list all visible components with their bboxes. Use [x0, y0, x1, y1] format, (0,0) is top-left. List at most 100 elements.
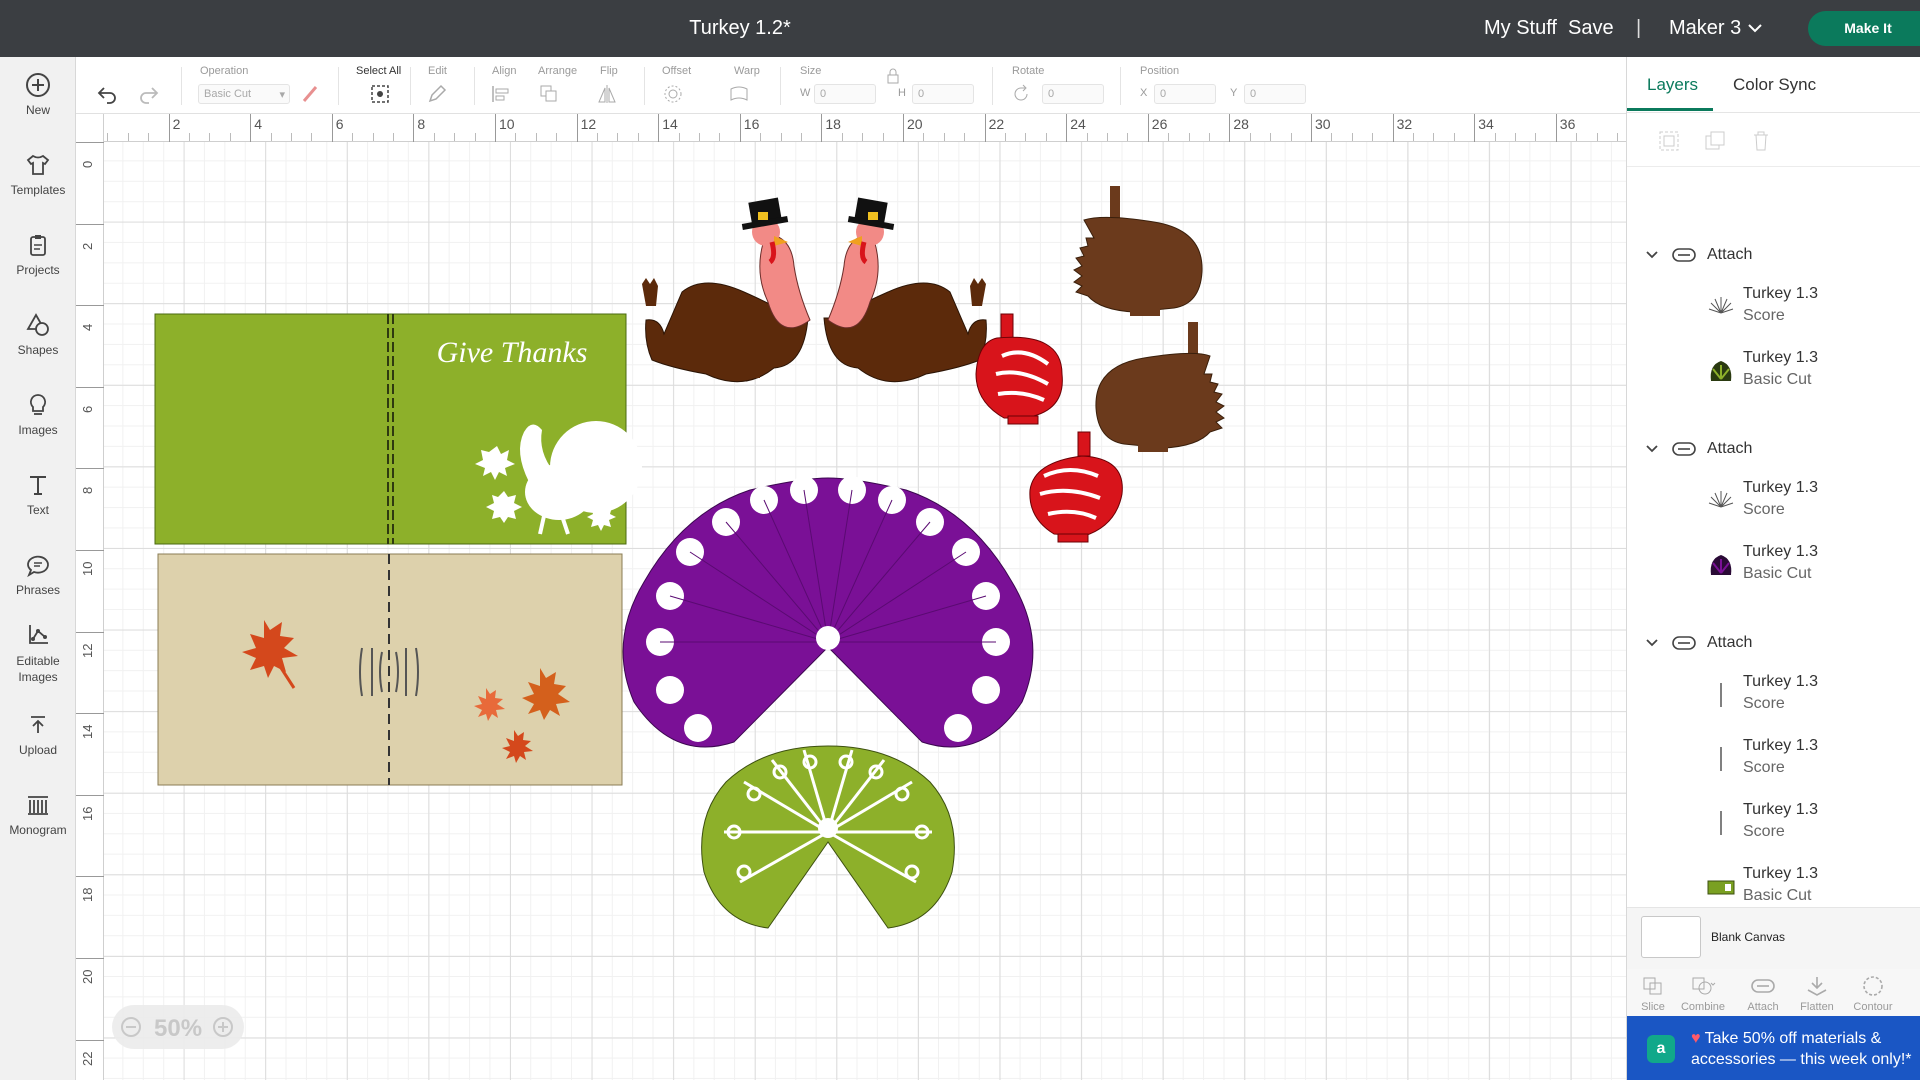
delete-icon[interactable]: [1749, 129, 1773, 153]
active-tab-indicator: [1627, 108, 1713, 111]
lock-icon[interactable]: [882, 65, 904, 87]
chevron-down-icon[interactable]: [1747, 20, 1763, 36]
layer-type: Score: [1743, 759, 1785, 776]
nav-projects[interactable]: Projects: [0, 231, 76, 277]
brown-tail-pieces[interactable]: [1073, 186, 1225, 452]
offset-icon[interactable]: [662, 83, 684, 105]
zoom-out-icon[interactable]: [120, 1016, 142, 1038]
ruler-tick: [76, 631, 104, 633]
edit-pencil-icon[interactable]: [426, 83, 448, 105]
align-icon[interactable]: [490, 83, 512, 105]
zoom-level: 50%: [154, 1015, 203, 1042]
chevron-down-icon[interactable]: [1645, 442, 1659, 456]
chevron-down-icon[interactable]: [1645, 636, 1659, 650]
pen-color-icon[interactable]: [300, 83, 322, 105]
layer-group[interactable]: Attach: [1627, 623, 1920, 663]
nav-shapes[interactable]: Shapes: [0, 311, 76, 357]
flatten-button[interactable]: Flatten: [1791, 975, 1843, 1013]
height-input[interactable]: 0: [912, 84, 974, 104]
blank-canvas-swatch[interactable]: [1641, 916, 1701, 958]
layer-item[interactable]: Turkey 1.3 Score: [1627, 275, 1920, 339]
layer-item[interactable]: Turkey 1.3 Score: [1627, 663, 1920, 727]
nav-upload[interactable]: Upload: [0, 711, 76, 757]
tan-card[interactable]: [157, 553, 623, 786]
save-button[interactable]: Save: [1568, 17, 1614, 40]
zoom-in-icon[interactable]: [212, 1016, 234, 1038]
shirt-icon: [26, 154, 50, 175]
ruler-tick: [76, 794, 104, 796]
layer-group[interactable]: Attach: [1627, 429, 1920, 469]
promo-app-icon: a: [1647, 1035, 1675, 1063]
ruler-tick: [76, 386, 104, 388]
blank-canvas-row[interactable]: Blank Canvas: [1627, 907, 1920, 969]
tab-color-sync[interactable]: Color Sync: [1733, 75, 1816, 95]
attach-icon: [1751, 979, 1775, 993]
x-value: 0: [1160, 88, 1167, 100]
ruler-minor-tick: [107, 133, 109, 141]
ruler-minor-tick: [209, 133, 211, 141]
ruler-tick: [495, 114, 496, 142]
redo-icon[interactable]: [138, 83, 160, 105]
my-stuff-link[interactable]: My Stuff: [1484, 17, 1557, 40]
duplicate-icon[interactable]: [1703, 129, 1727, 153]
promo-banner[interactable]: a ♥ Take 50% off materials & accessories…: [1627, 1016, 1920, 1080]
ruler-minor-tick: [1494, 133, 1496, 141]
nav-images[interactable]: Images: [0, 391, 76, 437]
ruler-minor-tick: [535, 133, 537, 141]
layer-item[interactable]: Turkey 1.3 Score: [1627, 469, 1920, 533]
edit-label: Edit: [428, 65, 447, 77]
y-input[interactable]: 0: [1244, 84, 1306, 104]
ruler-tick-label: 0: [80, 160, 95, 168]
ruler-minor-tick: [780, 133, 782, 141]
flip-icon[interactable]: [596, 83, 618, 105]
layer-item[interactable]: Turkey 1.3 Basic Cut: [1627, 533, 1920, 597]
tab-layers[interactable]: Layers: [1647, 75, 1698, 95]
slice-button[interactable]: Slice: [1627, 975, 1679, 1013]
ruler-minor-tick: [1249, 133, 1251, 141]
layer-item[interactable]: Turkey 1.3 Basic Cut: [1627, 339, 1920, 403]
nav-text[interactable]: Text: [0, 471, 76, 517]
rotate-icon[interactable]: [1010, 83, 1032, 105]
layer-item[interactable]: Turkey 1.3 Score: [1627, 791, 1920, 855]
layer-group[interactable]: Attach: [1627, 235, 1920, 275]
ruler-minor-tick: [1617, 133, 1618, 141]
machine-selector[interactable]: Maker 3: [1669, 17, 1741, 40]
attach-button[interactable]: Attach: [1737, 975, 1789, 1013]
layer-item[interactable]: Turkey 1.3 Score: [1627, 727, 1920, 791]
arrange-icon[interactable]: [538, 83, 560, 105]
ruler-minor-tick: [454, 133, 456, 141]
design-canvas[interactable]: Give Thanks: [104, 142, 1626, 1080]
chevron-down-icon[interactable]: [1645, 248, 1659, 262]
turkey-bodies[interactable]: [642, 197, 987, 383]
ruler-minor-tick: [291, 133, 292, 141]
combine-icon: [1692, 977, 1716, 995]
warp-icon[interactable]: [728, 83, 750, 105]
nav-templates[interactable]: Templates: [0, 151, 76, 197]
green-feather-fan[interactable]: [701, 745, 955, 929]
purple-feather-fan[interactable]: [622, 476, 1034, 748]
toolbar-divider: [181, 67, 182, 105]
panel-divider: [1627, 166, 1920, 167]
contour-button[interactable]: Contour: [1847, 975, 1899, 1013]
select-all-icon[interactable]: [369, 83, 391, 105]
green-card[interactable]: Give Thanks: [154, 313, 642, 545]
nav-phrases[interactable]: Phrases: [0, 551, 76, 597]
ruler-tick-label: 10: [499, 116, 515, 132]
flatten-label: Flatten: [1800, 1001, 1834, 1013]
ruler-minor-tick: [1331, 133, 1333, 141]
group-icon[interactable]: [1657, 129, 1681, 153]
layers-panel: Layers Color Sync Attach Turkey 1.3 Scor…: [1626, 57, 1920, 1080]
undo-icon[interactable]: [96, 83, 118, 105]
operation-select[interactable]: Basic Cut ▾: [198, 84, 290, 104]
ruler-minor-tick: [1535, 133, 1537, 141]
nav-editable-images[interactable]: Editable Images: [0, 621, 76, 685]
width-input[interactable]: 0: [814, 84, 876, 104]
make-it-button[interactable]: Make It: [1808, 11, 1920, 46]
x-input[interactable]: 0: [1154, 84, 1216, 104]
group-label: Attach: [1707, 440, 1753, 457]
nav-new[interactable]: New: [0, 71, 76, 117]
rotate-input[interactable]: 0: [1042, 84, 1104, 104]
nav-monogram[interactable]: Monogram: [0, 791, 76, 837]
combine-button[interactable]: Combine: [1677, 975, 1729, 1013]
top-bar: Turkey 1.2* My Stuff Save | Maker 3 Make…: [0, 0, 1920, 57]
